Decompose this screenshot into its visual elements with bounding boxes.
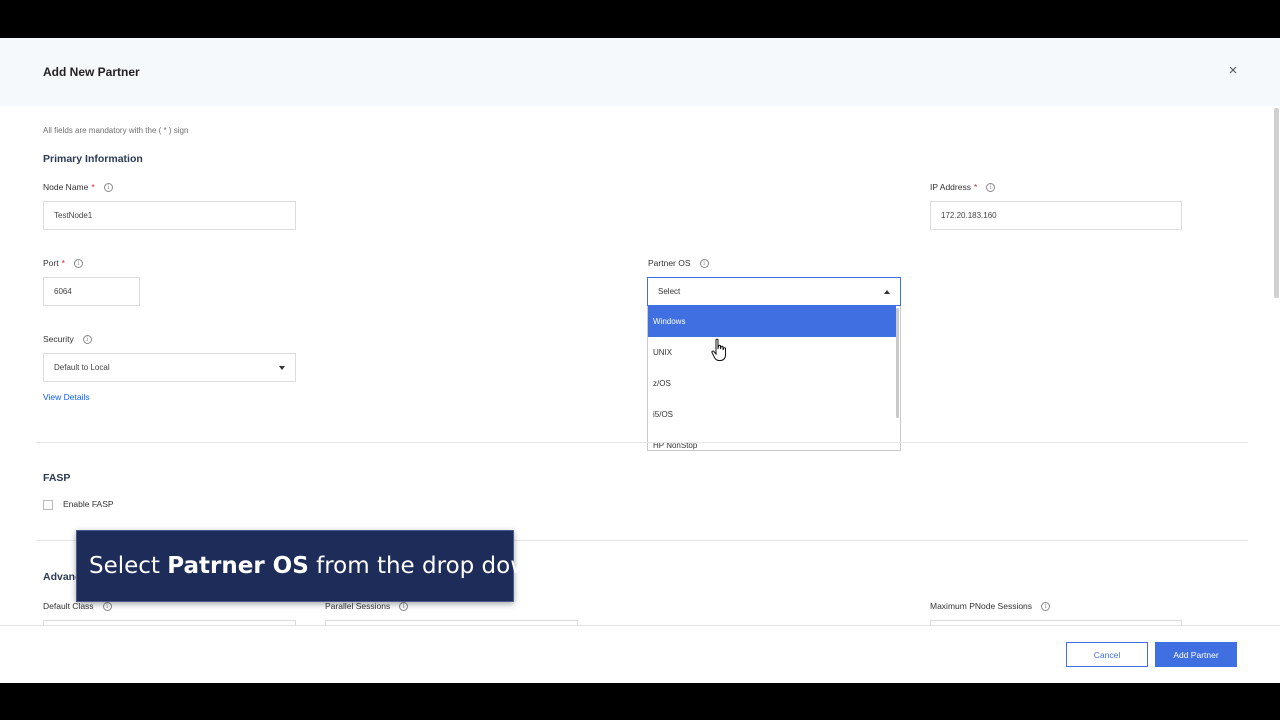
partner-os-label: Partner OS i (648, 258, 709, 268)
port-label: Port * i (43, 258, 83, 268)
info-icon[interactable]: i (73, 258, 83, 268)
ip-address-value: 172.20.183.160 (941, 211, 997, 220)
view-details-link[interactable]: View Details (43, 392, 90, 402)
partner-os-selected-value: Select (658, 287, 681, 296)
ip-address-label: IP Address * i (930, 182, 996, 192)
default-class-label: Default Class i (43, 601, 112, 611)
ip-address-input[interactable]: 172.20.183.160 (930, 201, 1182, 230)
dropdown-option-unix[interactable]: UNIX (648, 337, 896, 368)
security-label-text: Security (43, 334, 74, 344)
port-label-text: Port (43, 258, 59, 268)
security-label: Security i (43, 334, 92, 344)
caption-bold: Patrner OS (167, 553, 309, 579)
video-letterbox-top (0, 0, 1280, 38)
partner-os-select[interactable]: Select (647, 277, 901, 306)
max-pnode-sessions-label: Maximum PNode Sessions i (930, 601, 1051, 611)
cancel-button[interactable]: Cancel (1066, 642, 1148, 667)
add-partner-button[interactable]: Add Partner (1155, 642, 1237, 667)
partner-os-label-text: Partner OS (648, 258, 691, 268)
dropdown-scrollbar[interactable] (896, 308, 899, 418)
chevron-up-icon (884, 290, 890, 294)
node-name-input[interactable]: TestNode1 (43, 201, 296, 230)
ip-address-label-text: IP Address (930, 182, 971, 192)
modal-header: Add New Partner × (0, 38, 1280, 106)
security-selected-value: Default to Local (54, 363, 110, 372)
section-title-primary: Primary Information (43, 153, 143, 165)
required-marker: * (973, 182, 978, 192)
node-name-label: Node Name * i (43, 182, 113, 192)
info-icon[interactable]: i (1041, 601, 1051, 611)
tutorial-caption: Select Patrner OS from the drop down (76, 530, 544, 602)
enable-fasp-checkbox[interactable] (43, 500, 53, 510)
info-icon[interactable]: i (82, 334, 92, 344)
default-class-label-text: Default Class (43, 601, 94, 611)
info-icon[interactable]: i (102, 601, 112, 611)
required-marker: * (61, 258, 65, 268)
max-pnode-sessions-label-text: Maximum PNode Sessions (930, 601, 1033, 611)
node-name-label-text: Node Name (43, 182, 89, 192)
dropdown-option-zos[interactable]: z/OS (648, 368, 896, 399)
hand-pointer-cursor-icon (711, 338, 726, 361)
dropdown-option-windows[interactable]: Windows (648, 306, 896, 337)
dropdown-option-i5os[interactable]: i5/OS (648, 399, 896, 430)
close-icon[interactable]: × (1224, 62, 1242, 80)
info-icon[interactable]: i (103, 182, 113, 192)
port-value: 6064 (54, 287, 72, 296)
required-marker: * (91, 182, 95, 192)
video-letterbox-bottom (0, 683, 1280, 720)
info-icon[interactable]: i (699, 258, 709, 268)
info-icon[interactable]: i (986, 182, 996, 192)
caption-suffix: from the drop down (308, 553, 544, 579)
mandatory-helper-text: All fields are mandatory with the ( * ) … (43, 126, 189, 135)
parallel-sessions-label-text: Parallel Sessions (325, 601, 391, 611)
caption-prefix: Select (89, 553, 168, 579)
info-icon[interactable]: i (399, 601, 409, 611)
partner-os-dropdown-list: Windows UNIX z/OS i5/OS HP NonStop (647, 306, 901, 451)
dropdown-option-hp-nonstop[interactable]: HP NonStop (648, 430, 896, 450)
modal-footer: Cancel Add Partner (0, 625, 1280, 683)
security-select[interactable]: Default to Local (43, 353, 296, 382)
chevron-down-icon (279, 366, 285, 370)
modal-title: Add New Partner (43, 65, 140, 79)
modal-scrollbar[interactable] (1274, 108, 1279, 298)
section-divider (36, 442, 1248, 443)
section-title-fasp: FASP (43, 472, 71, 484)
parallel-sessions-label: Parallel Sessions i (325, 601, 409, 611)
port-input[interactable]: 6064 (43, 277, 140, 306)
node-name-value: TestNode1 (54, 211, 93, 220)
enable-fasp-label: Enable FASP (63, 499, 114, 509)
